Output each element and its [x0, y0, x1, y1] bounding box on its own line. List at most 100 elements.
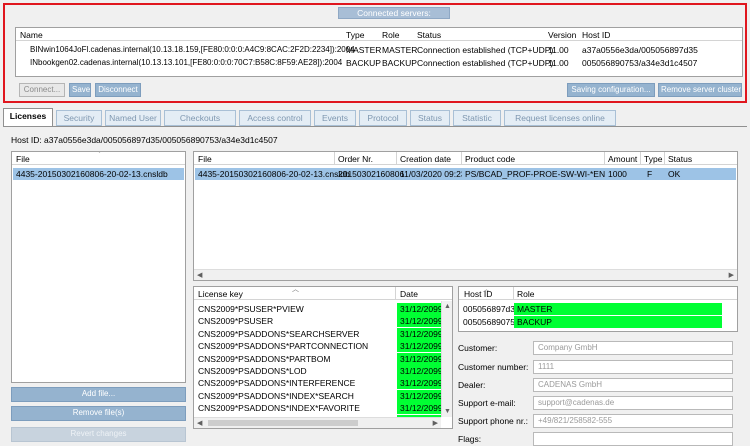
scroll-left-icon[interactable]: ◀	[197, 419, 202, 427]
table-row[interactable]: 4435-20150302160806-20-02-13.cnsldb 2015…	[195, 168, 736, 180]
server-type: MASTER	[346, 45, 382, 55]
date-cell: 31/12/2099	[397, 377, 441, 390]
license-date: 31/12/2099	[400, 353, 441, 364]
table-row[interactable]: CNS2009*PSADDONS*SEARCHSERVER 31/12/2099	[195, 327, 441, 340]
col-amount[interactable]: Amount	[608, 154, 637, 164]
list-item[interactable]: 4435-20150302160806-20-02-13.cnsldb	[13, 168, 184, 180]
tab-status[interactable]: Status	[410, 110, 450, 126]
hosts-table: ︿ Host ID Role 005056897d35 MASTER 00505…	[458, 286, 738, 332]
tab-statistic[interactable]: Statistic	[453, 110, 501, 126]
horizontal-scrollbar[interactable]: ◀ ▶	[194, 417, 441, 428]
server-version: 11.00	[548, 58, 569, 68]
connect-button[interactable]: Connect...	[19, 83, 65, 97]
col-name[interactable]: Name	[20, 30, 43, 40]
license-table-header: File Order Nr. Creation date Product cod…	[194, 152, 737, 165]
license-key: CNS2009*PSADDONS*PARTBOM	[198, 353, 331, 364]
table-row[interactable]: INbookgen02.cadenas.internal(10.13.13.10…	[16, 57, 742, 69]
connected-servers-legend: Connected servers:	[338, 7, 450, 19]
col-host-id[interactable]: Host ID	[464, 289, 492, 299]
tab-request-licenses-online[interactable]: Request licenses online	[504, 110, 616, 126]
tab-licenses[interactable]: Licenses	[3, 108, 53, 127]
license-key: CNS2009*PSADDONS*LOD	[198, 366, 307, 376]
file-list-header[interactable]: ﹀ File	[12, 152, 185, 165]
vertical-scrollbar[interactable]: ▲ ▼	[441, 301, 452, 417]
col-host-id[interactable]: Host ID	[582, 30, 610, 40]
table-row[interactable]: CNS2009*PSADDONS*LOD 31/12/2099	[195, 365, 441, 377]
scroll-right-icon[interactable]: ▶	[729, 271, 734, 279]
revert-changes-button[interactable]: Revert changes	[11, 427, 186, 442]
col-date[interactable]: Date	[400, 289, 418, 299]
license-table: File Order Nr. Creation date Product cod…	[193, 151, 738, 281]
license-keys-table: ︿ License key Date CNS2009*PSUSER*PVIEW 3…	[193, 286, 453, 429]
file-list: ﹀ File 4435-20150302160806-20-02-13.cnsl…	[11, 151, 186, 383]
add-file-button[interactable]: Add file...	[11, 387, 186, 402]
table-row[interactable]: BINwin1064JoFl.cadenas.internal(10.13.18…	[16, 44, 742, 56]
license-date: 31/12/2099	[400, 390, 441, 401]
support-phone-field[interactable]: +49/821/258582-555	[533, 414, 733, 428]
table-row[interactable]: CNS2009*PSUSER*PVIEW 31/12/2099	[195, 303, 441, 315]
tab-named-user[interactable]: Named User	[105, 110, 161, 126]
license-type: F	[647, 169, 653, 179]
remove-files-button[interactable]: Remove file(s)	[11, 406, 186, 421]
col-status[interactable]: Status	[417, 30, 441, 40]
dealer-field[interactable]: CADENAS GmbH	[533, 378, 733, 392]
server-host-id: a37a0556e3da/005056897d35	[582, 45, 698, 55]
col-type[interactable]: Type	[644, 154, 662, 164]
support-email-field[interactable]: support@cadenas.de	[533, 396, 733, 410]
col-order-nr[interactable]: Order Nr.	[338, 154, 373, 164]
col-product-code[interactable]: Product code	[465, 154, 515, 164]
customer-number-field[interactable]: 1111	[533, 360, 733, 374]
tab-events[interactable]: Events	[314, 110, 356, 126]
save-button[interactable]: Save	[69, 83, 91, 97]
scroll-right-icon[interactable]: ▶	[433, 419, 438, 427]
table-row[interactable]: CNS2009*PSUSER 31/12/2099	[195, 315, 441, 328]
tab-security[interactable]: Security	[56, 110, 102, 126]
flags-field[interactable]	[533, 432, 733, 446]
table-row[interactable]: CNS2009*PSADDONS*INDEX*SEARCH 31/12/2099	[195, 389, 441, 402]
license-date: 31/12/2099	[400, 378, 441, 389]
table-row[interactable]: CNS2009*PSADDONS*PARTBOM 31/12/2099	[195, 352, 441, 365]
license-key: CNS2009*PSUSER*PVIEW	[198, 304, 304, 314]
license-date: 31/12/2099	[400, 403, 441, 414]
license-keys-header: ︿ License key Date	[194, 287, 452, 300]
table-row[interactable]: 005056897d35 MASTER	[460, 303, 722, 315]
customer-field[interactable]: Company GmbH	[533, 341, 733, 355]
col-version[interactable]: Version	[548, 30, 576, 40]
date-cell: 31/12/2099	[397, 303, 441, 315]
host-role: MASTER	[517, 304, 553, 314]
saving-configuration-button[interactable]: Saving configuration...	[567, 83, 655, 97]
col-role[interactable]: Role	[517, 289, 534, 299]
tab-checkouts[interactable]: Checkouts	[164, 110, 236, 126]
date-cell: 31/12/2099	[397, 315, 441, 328]
scroll-left-icon[interactable]: ◀	[197, 271, 202, 279]
license-order-nr: 20150302160806	[338, 169, 405, 179]
horizontal-scrollbar[interactable]: ◀ ▶	[194, 269, 737, 280]
col-file[interactable]: File	[198, 154, 212, 164]
scroll-down-icon[interactable]: ▼	[444, 408, 451, 415]
remove-server-cluster-button[interactable]: Remove server cluster	[658, 83, 742, 97]
license-date: 31/12/2099	[400, 304, 441, 314]
servers-table: Name Type Role Status Version Host ID BI…	[15, 27, 743, 77]
file-item-label: 4435-20150302160806-20-02-13.cnsldb	[16, 169, 168, 179]
date-cell: 31/12/2099	[397, 340, 441, 353]
tab-access-control[interactable]: Access control	[239, 110, 311, 126]
license-keys-rows: CNS2009*PSUSER*PVIEW 31/12/2099 CNS2009*PS…	[194, 303, 441, 417]
col-creation-date[interactable]: Creation date	[400, 154, 451, 164]
table-row[interactable]: CNS2009*PSADDONS*PARTCONNECTION 31/12/209…	[195, 340, 441, 353]
table-row[interactable]: 005056890753 BACKUP	[460, 316, 722, 328]
col-type[interactable]: Type	[346, 30, 364, 40]
scroll-up-icon[interactable]: ▲	[444, 303, 451, 310]
col-role[interactable]: Role	[382, 30, 399, 40]
scroll-thumb[interactable]	[208, 420, 358, 426]
server-name: INbookgen02.cadenas.internal(10.13.13.10…	[30, 58, 343, 67]
col-status[interactable]: Status	[668, 154, 692, 164]
disconnect-button[interactable]: Disconnect	[95, 83, 141, 97]
table-row[interactable]: CNS2009*PSADDONS*INTERFERENCE 31/12/2099	[195, 377, 441, 390]
license-key: CNS2009*PSADDONS*SEARCHSERVER	[198, 328, 360, 339]
table-row[interactable]: CNS2009*PSADDONS*INDEX*FAVORITE 31/12/209…	[195, 402, 441, 415]
host-role: BACKUP	[517, 317, 552, 327]
sort-chevron-icon: ︿	[292, 286, 299, 293]
col-license-key[interactable]: License key	[198, 289, 243, 299]
connected-servers-group: Connected servers: Name Type Role Status…	[3, 3, 747, 103]
tab-protocol[interactable]: Protocol	[359, 110, 407, 126]
